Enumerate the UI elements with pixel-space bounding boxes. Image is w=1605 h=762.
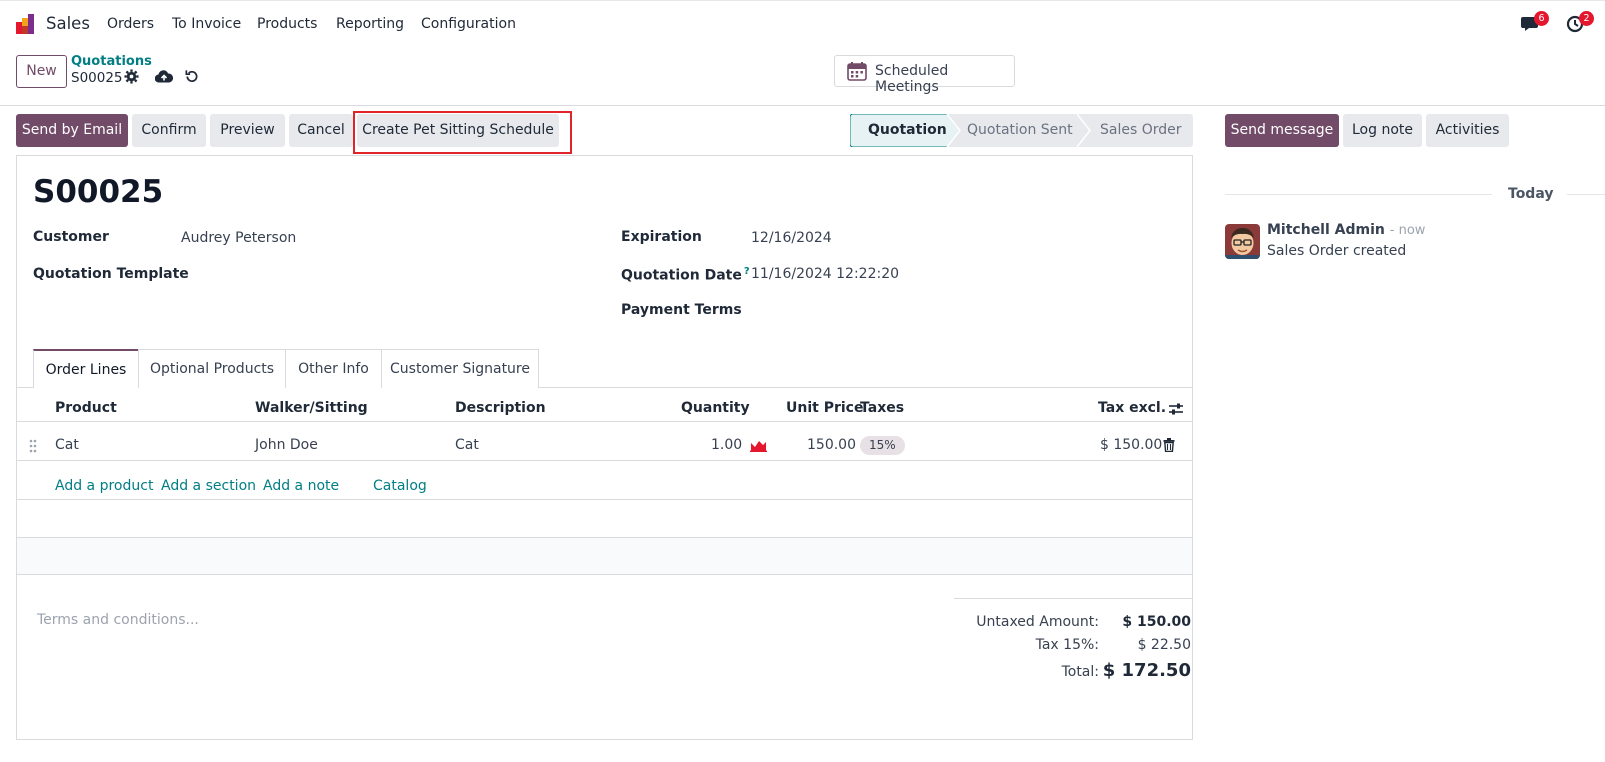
cell-unit-price[interactable]: 150.00	[807, 437, 856, 453]
tab-optional-products[interactable]: Optional Products	[138, 349, 286, 388]
empty-row	[17, 537, 1192, 574]
col-tax-excl[interactable]: Tax excl.	[1098, 400, 1166, 416]
app-name[interactable]: Sales	[46, 14, 90, 33]
total-value: $ 172.50	[1102, 660, 1191, 681]
expiration-label: Expiration	[621, 229, 702, 245]
discard-icon[interactable]	[184, 69, 199, 84]
trash-icon[interactable]	[1163, 438, 1175, 452]
order-name: S00025	[33, 174, 164, 210]
add-section-link[interactable]: Add a section	[161, 478, 256, 494]
stage-sales-order[interactable]: Sales Order	[1100, 114, 1182, 147]
expiration-field[interactable]: 12/16/2024	[751, 230, 832, 246]
tab-customer-signature[interactable]: Customer Signature	[381, 349, 539, 388]
row-divider	[17, 537, 1192, 538]
cell-tax-excl: $ 150.00	[1100, 437, 1163, 453]
day-label: Today	[1508, 186, 1554, 202]
sales-app-icon[interactable]	[15, 13, 37, 35]
row-divider	[17, 574, 1192, 575]
tax-value: $ 22.50	[1137, 637, 1191, 653]
table-header-divider	[17, 421, 1192, 422]
col-walker-sitting[interactable]: Walker/Sitting	[255, 400, 368, 416]
author-name[interactable]: Mitchell Admin	[1267, 222, 1385, 238]
message-body: Sales Order created	[1267, 243, 1407, 259]
totals-divider	[954, 598, 1192, 599]
menu-reporting[interactable]: Reporting	[336, 16, 404, 32]
forecast-chart-icon[interactable]	[750, 438, 767, 452]
top-navbar: Sales Orders To Invoice Products Reporti…	[0, 0, 1605, 47]
add-product-link[interactable]: Add a product	[55, 478, 153, 494]
optional-columns-icon[interactable]	[1168, 402, 1184, 416]
menu-products[interactable]: Products	[257, 16, 317, 32]
tax-label: Tax 15%:	[1035, 637, 1099, 653]
row-divider	[17, 460, 1192, 461]
tab-order-lines[interactable]: Order Lines	[33, 349, 139, 388]
scheduled-meetings-button[interactable]: Scheduled Meetings	[834, 55, 1015, 95]
catalog-link[interactable]: Catalog	[373, 478, 427, 494]
breadcrumb-current: S00025	[71, 70, 123, 86]
tab-other-info[interactable]: Other Info	[285, 349, 382, 388]
quotation-date-label: Quotation Date?	[621, 266, 750, 284]
stage-quotation[interactable]: Quotation	[868, 114, 947, 147]
payment-terms-label: Payment Terms	[621, 302, 742, 318]
quotation-date-field[interactable]: 11/16/2024 12:22:20	[751, 266, 899, 282]
control-panel: New Quotations S00025 Scheduled Meetings	[0, 47, 1605, 106]
activities-badge: 2	[1579, 11, 1594, 26]
cell-walker[interactable]: John Doe	[255, 437, 318, 453]
col-product[interactable]: Product	[55, 400, 117, 416]
quotation-template-field[interactable]	[181, 266, 581, 286]
send-message-button[interactable]: Send message	[1225, 114, 1339, 147]
gear-icon[interactable]	[124, 69, 139, 84]
quotation-date-label-text: Quotation Date	[621, 267, 742, 284]
col-quantity[interactable]: Quantity	[681, 400, 750, 416]
cell-description[interactable]: Cat	[455, 437, 479, 453]
drag-handle-icon[interactable]	[29, 439, 37, 453]
message-time: - now	[1389, 223, 1426, 238]
day-divider-right	[1567, 194, 1605, 195]
log-note-button[interactable]: Log note	[1343, 114, 1422, 147]
message-author: Mitchell Admin - now	[1267, 222, 1425, 238]
messages-button[interactable]: 6	[1521, 11, 1549, 35]
new-button[interactable]: New	[16, 55, 67, 88]
activities-button-chatter[interactable]: Activities	[1426, 114, 1509, 147]
status-bar: Quotation Quotation Sent Sales Order	[850, 114, 1193, 147]
row-divider	[17, 499, 1192, 500]
breadcrumb-quotations[interactable]: Quotations	[71, 54, 152, 69]
menu-orders[interactable]: Orders	[107, 16, 154, 32]
cell-product[interactable]: Cat	[55, 437, 79, 453]
payment-terms-field[interactable]	[751, 302, 1151, 322]
col-taxes[interactable]: Taxes	[860, 400, 904, 416]
form-sheet: S00025 Customer Audrey Peterson Quotatio…	[16, 155, 1193, 740]
avatar[interactable]	[1225, 224, 1260, 259]
scheduled-meetings-label: Scheduled Meetings	[875, 63, 949, 95]
tax-badge[interactable]: 15%	[860, 436, 905, 455]
cell-quantity[interactable]: 1.00	[711, 437, 742, 453]
menu-configuration[interactable]: Configuration	[421, 16, 516, 32]
customer-field[interactable]: Audrey Peterson	[181, 230, 296, 246]
cancel-button[interactable]: Cancel	[289, 114, 353, 147]
highlight-outline	[353, 111, 572, 154]
add-note-link[interactable]: Add a note	[263, 478, 339, 494]
stage-quotation-sent[interactable]: Quotation Sent	[967, 114, 1073, 147]
customer-label: Customer	[33, 229, 109, 245]
messages-badge: 6	[1534, 11, 1549, 26]
preview-button[interactable]: Preview	[210, 114, 285, 147]
menu-to-invoice[interactable]: To Invoice	[172, 16, 241, 32]
avatar-image	[1225, 224, 1260, 259]
col-description[interactable]: Description	[455, 400, 546, 416]
send-by-email-button[interactable]: Send by Email	[16, 114, 128, 147]
quotation-template-label: Quotation Template	[33, 266, 189, 282]
untaxed-amount-value: $ 150.00	[1122, 614, 1191, 630]
calendar-icon	[847, 62, 867, 81]
help-tooltip-icon[interactable]: ?	[744, 266, 750, 277]
confirm-button[interactable]: Confirm	[132, 114, 206, 147]
activities-button[interactable]: 2	[1566, 11, 1594, 35]
col-unit-price[interactable]: Unit Price	[786, 400, 863, 416]
untaxed-amount-label: Untaxed Amount:	[976, 614, 1099, 630]
terms-conditions-field[interactable]: Terms and conditions...	[37, 612, 199, 628]
day-divider-left	[1225, 194, 1492, 195]
cloud-upload-icon[interactable]	[155, 69, 173, 84]
